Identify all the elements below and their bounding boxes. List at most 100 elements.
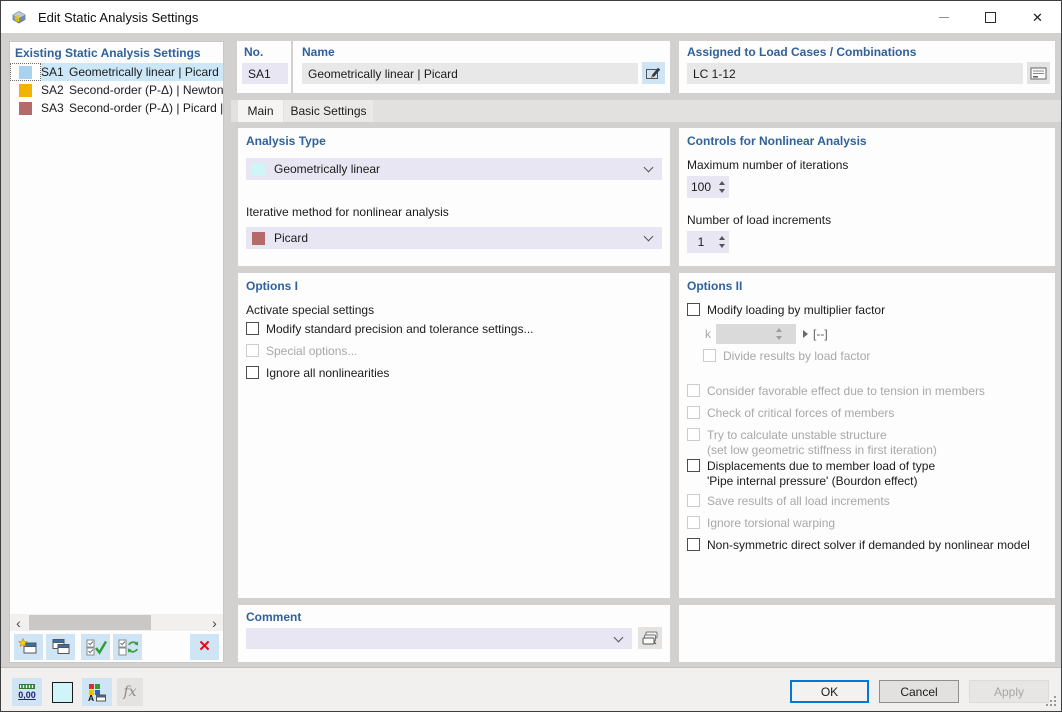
comment-combobox[interactable] (246, 628, 632, 649)
scrollbar-thumb[interactable] (29, 615, 151, 630)
window-title: Edit Static Analysis Settings (38, 10, 198, 25)
spinner-arrows[interactable] (715, 181, 729, 193)
sa1-row-body: SA1 Geometrically linear | Picard (41, 63, 223, 81)
iterative-method-label: Iterative method for nonlinear analysis (246, 205, 449, 219)
name-input[interactable]: Geometrically linear | Picard (302, 63, 638, 84)
app-icon: 6 (10, 8, 28, 26)
list-item-sa3[interactable]: SA3 Second-order (P-Δ) | Picard | 10 (10, 99, 223, 117)
list-item-sa1[interactable]: SA1 Geometrically linear | Picard (10, 63, 223, 81)
activate-special-settings-label: Activate special settings (246, 303, 374, 317)
existing-settings-panel: Existing Static Analysis Settings SA1 Ge… (9, 41, 224, 663)
edit-static-analysis-dialog: 6 Edit Static Analysis Settings ✕ Existi… (0, 0, 1062, 712)
copy-setting-button[interactable] (46, 634, 75, 660)
checkbox-icon[interactable] (687, 538, 700, 551)
maximize-icon (985, 12, 996, 23)
multiplier-factor-checkbox[interactable]: Modify loading by multiplier factor (687, 303, 885, 318)
nonsymmetric-solver-checkbox[interactable]: Non-symmetric direct solver if demanded … (687, 538, 1030, 553)
tab-basic-settings[interactable]: Basic Settings (284, 100, 373, 122)
display-colors-icon: A (87, 683, 107, 702)
spin-down-icon[interactable] (719, 189, 725, 193)
list-item-sa2[interactable]: SA2 Second-order (P-Δ) | Newton-R (10, 81, 223, 99)
checkbox-icon (687, 516, 700, 529)
checkbox-icon[interactable] (246, 366, 259, 379)
minimize-button[interactable] (920, 1, 967, 33)
comment-header: Comment (246, 610, 301, 624)
checkbox-icon (703, 349, 716, 362)
ignore-nonlinearities-checkbox[interactable]: Ignore all nonlinearities (246, 366, 389, 381)
svg-text:6: 6 (15, 15, 20, 24)
chevron-down-icon (644, 232, 654, 242)
analysis-type-value: Geometrically linear (274, 162, 380, 176)
select-load-cases-button[interactable] (1027, 62, 1050, 84)
nonlinear-controls-header: Controls for Nonlinear Analysis (687, 134, 867, 148)
formula-button: fx (117, 678, 143, 706)
analysis-type-combobox[interactable]: Geometrically linear (246, 158, 662, 180)
decimal-places-button[interactable]: 0,00 (12, 678, 42, 706)
iterative-method-combobox[interactable]: Picard (246, 227, 662, 249)
select-all-button[interactable] (81, 634, 110, 660)
stacked-comments-icon (642, 631, 659, 646)
comment-manage-button[interactable] (638, 627, 662, 649)
checkbox-icon[interactable] (687, 459, 700, 472)
spin-up-icon[interactable] (719, 236, 725, 240)
spin-up-icon[interactable] (719, 181, 725, 185)
new-window-star-icon (18, 638, 39, 656)
special-options-checkbox: Special options... (246, 344, 357, 359)
load-cases-list-icon (1030, 67, 1047, 80)
checkbox-icon (687, 406, 700, 419)
sa1-color-cell (10, 63, 41, 81)
checkbox-icon[interactable] (687, 303, 700, 316)
svg-text:A: A (88, 693, 94, 702)
horizontal-scrollbar[interactable]: ‹ › (10, 614, 223, 631)
list-toolbar: ✕ (10, 631, 223, 662)
checkbox-icon[interactable] (246, 322, 259, 335)
sa2-color-swatch (19, 84, 32, 97)
toggle-selection-button[interactable] (113, 634, 142, 660)
k-unit-label: [--] (813, 327, 828, 341)
display-colors-button[interactable]: A (82, 678, 112, 706)
sa2-id: SA2 (41, 83, 69, 97)
unstable-structure-checkbox: Try to calculate unstable structure(set … (687, 428, 937, 458)
maximize-button[interactable] (967, 1, 1014, 33)
checkbox-icon (246, 344, 259, 357)
tab-main[interactable]: Main (238, 100, 283, 122)
spin-up-icon (776, 328, 782, 332)
spinner-arrows (772, 328, 786, 340)
no-input[interactable]: SA1 (242, 63, 288, 84)
ok-label: OK (821, 685, 838, 699)
scroll-right-icon[interactable]: › (206, 614, 223, 631)
decimal-places-icon: 0,00 (18, 684, 36, 700)
iterative-method-value: Picard (274, 231, 308, 245)
options1-header: Options I (246, 279, 298, 293)
chevron-down-icon (614, 633, 624, 643)
scroll-left-icon[interactable]: ‹ (10, 614, 27, 631)
max-iterations-value: 100 (687, 180, 715, 194)
modify-precision-checkbox[interactable]: Modify standard precision and tolerance … (246, 322, 533, 337)
load-increments-label: Number of load increments (687, 213, 831, 227)
close-button[interactable]: ✕ (1014, 1, 1061, 33)
analysis-type-header: Analysis Type (246, 134, 326, 148)
expand-arrow-icon[interactable] (803, 330, 808, 338)
bourdon-effect-checkbox[interactable]: Displacements due to member load of type… (687, 459, 935, 489)
spinner-arrows[interactable] (715, 236, 729, 248)
nonlinear-controls-panel: Controls for Nonlinear Analysis Maximum … (679, 128, 1055, 266)
rename-pencil-icon (645, 66, 662, 81)
sa1-color-swatch (19, 66, 32, 79)
delete-setting-button[interactable]: ✕ (190, 634, 219, 660)
cancel-button[interactable]: Cancel (879, 680, 959, 703)
assigned-input[interactable]: LC 1-12 (687, 63, 1023, 84)
ok-button[interactable]: OK (790, 680, 869, 703)
sa1-id: SA1 (41, 65, 69, 79)
spin-down-icon[interactable] (719, 244, 725, 248)
sa3-description: Second-order (P-Δ) | Picard | 10 (69, 101, 223, 115)
load-increments-spinner[interactable]: 1 (687, 231, 729, 253)
apply-label: Apply (994, 685, 1024, 699)
rename-button[interactable] (642, 62, 665, 84)
max-iterations-spinner[interactable]: 100 (687, 176, 729, 198)
new-setting-button[interactable] (14, 634, 43, 660)
delete-icon: ✕ (198, 639, 211, 654)
name-panel: Name Geometrically linear | Picard (293, 41, 670, 93)
save-increments-checkbox: Save results of all load increments (687, 494, 890, 509)
divide-results-checkbox: Divide results by load factor (703, 349, 870, 364)
item-color-button[interactable] (47, 678, 77, 706)
